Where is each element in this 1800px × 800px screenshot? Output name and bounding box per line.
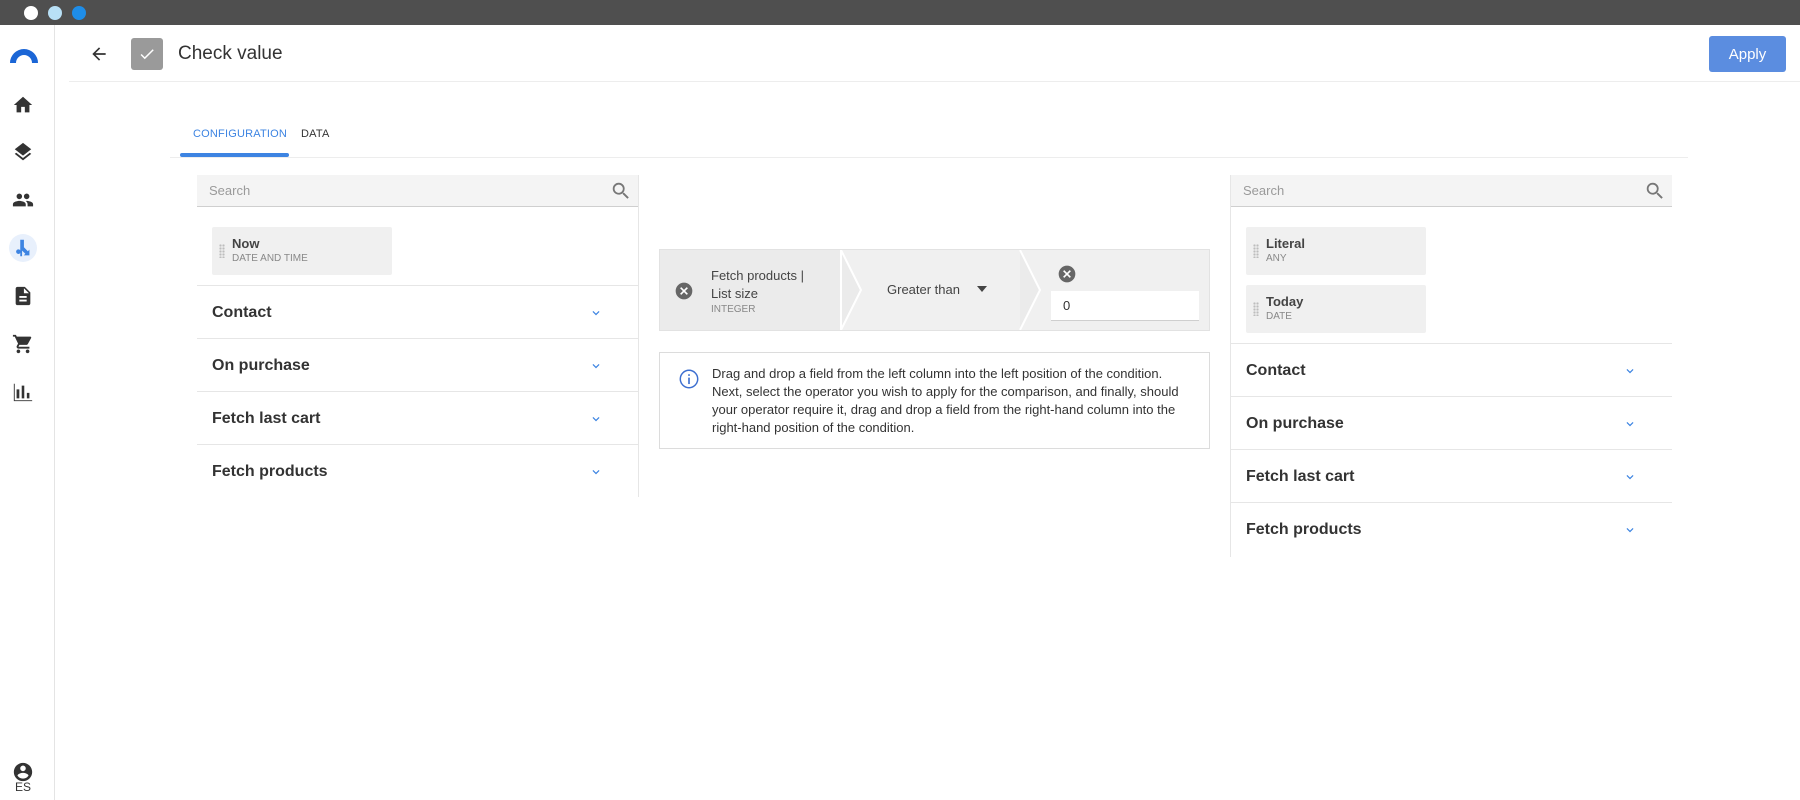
group-contact[interactable]: Contact (1231, 344, 1672, 397)
group-fetch-products[interactable]: Fetch products (1231, 503, 1672, 556)
field-chip-today[interactable]: Today DATE (1246, 285, 1426, 333)
condition-builder: Fetch products | List size INTEGER Great… (659, 249, 1210, 331)
back-button[interactable] (87, 42, 111, 66)
chevron-down-icon[interactable] (1623, 470, 1637, 484)
window-minimize-dot[interactable] (48, 6, 62, 20)
page-header: Check value Apply (69, 25, 1800, 82)
condition-left-field: Fetch products | List size INTEGER (711, 267, 821, 317)
right-search (1231, 175, 1672, 207)
group-label: Fetch last cart (1246, 468, 1355, 485)
flow-icon[interactable] (9, 234, 37, 262)
cart-icon[interactable] (9, 330, 37, 358)
field-chip-now[interactable]: Now DATE AND TIME (212, 227, 392, 275)
document-icon[interactable] (9, 282, 37, 310)
people-icon[interactable] (9, 186, 37, 214)
caret-down-icon[interactable] (977, 286, 987, 292)
group-label: On purchase (1246, 415, 1344, 432)
info-text: Drag and drop a field from the left colu… (712, 366, 1179, 435)
node-type-badge (131, 38, 163, 70)
condition-left-slot[interactable]: Fetch products | List size INTEGER (660, 250, 840, 330)
sidebar-nav: ES (0, 25, 55, 800)
tab-configuration[interactable]: CONFIGURATION (193, 128, 287, 140)
tab-data[interactable]: DATA (301, 128, 330, 140)
condition-field-type: INTEGER (711, 304, 756, 315)
condition-field-name: Fetch products | List size (711, 268, 804, 301)
group-fetch-last-cart[interactable]: Fetch last cart (197, 392, 638, 445)
drag-handle-icon[interactable] (219, 244, 225, 258)
drag-handle-icon[interactable] (1253, 302, 1259, 316)
language-label[interactable]: ES (0, 780, 46, 794)
chevron-down-icon[interactable] (589, 359, 603, 373)
group-fetch-products[interactable]: Fetch products (197, 445, 638, 498)
right-search-input[interactable] (1231, 175, 1672, 206)
tab-bar: CONFIGURATION DATA (170, 122, 1688, 158)
chip-name: Literal (1266, 236, 1306, 251)
chip-type: DATE AND TIME (232, 253, 308, 264)
right-fields-column: Literal ANY Today DATE Contact On purcha… (1230, 175, 1672, 557)
window-maximize-dot[interactable] (72, 6, 86, 20)
active-tab-indicator (180, 153, 289, 157)
chip-name: Today (1266, 294, 1304, 309)
left-chips: Now DATE AND TIME (197, 207, 638, 286)
remove-circle-icon[interactable] (1057, 264, 1077, 284)
info-icon (679, 369, 699, 389)
chevron-down-icon[interactable] (1623, 417, 1637, 431)
group-label: On purchase (212, 357, 310, 374)
left-search-input[interactable] (197, 175, 638, 206)
group-label: Fetch products (212, 463, 328, 480)
group-label: Contact (1246, 362, 1306, 379)
chip-type: ANY (1266, 253, 1287, 264)
chevron-down-icon[interactable] (589, 306, 603, 320)
left-fields-column: Now DATE AND TIME Contact On purchase Fe… (197, 175, 639, 497)
right-chips: Literal ANY Today DATE (1231, 207, 1672, 344)
group-label: Fetch products (1246, 521, 1362, 538)
apply-button[interactable]: Apply (1709, 36, 1786, 72)
window-close-dot[interactable] (24, 6, 38, 20)
page-title: Check value (178, 43, 283, 64)
search-icon[interactable] (610, 180, 632, 202)
chevron-down-icon[interactable] (1623, 523, 1637, 537)
condition-value-input[interactable] (1051, 291, 1199, 321)
info-panel: Drag and drop a field from the left colu… (659, 352, 1210, 449)
group-on-purchase[interactable]: On purchase (1231, 397, 1672, 450)
operator-select[interactable]: Greater than (887, 282, 960, 297)
home-icon[interactable] (9, 91, 37, 119)
layers-icon[interactable] (9, 138, 37, 166)
window-title-bar (0, 0, 1800, 25)
drag-handle-icon[interactable] (1253, 244, 1259, 258)
field-chip-literal[interactable]: Literal ANY (1246, 227, 1426, 275)
search-icon[interactable] (1644, 180, 1666, 202)
group-contact[interactable]: Contact (197, 286, 638, 339)
remove-circle-icon[interactable] (674, 281, 694, 301)
left-search (197, 175, 638, 207)
arrow-left-icon (92, 47, 106, 61)
group-label: Contact (212, 304, 272, 321)
chevron-down-icon[interactable] (589, 412, 603, 426)
chart-icon[interactable] (9, 378, 37, 406)
group-label: Fetch last cart (212, 410, 321, 427)
check-icon (140, 49, 154, 60)
condition-right-slot[interactable] (1020, 250, 1210, 330)
chip-type: DATE (1266, 311, 1292, 322)
chevron-down-icon[interactable] (1623, 364, 1637, 378)
chip-name: Now (232, 236, 260, 251)
chevron-down-icon[interactable] (589, 465, 603, 479)
logo-icon[interactable] (8, 43, 40, 65)
group-fetch-last-cart[interactable]: Fetch last cart (1231, 450, 1672, 503)
group-on-purchase[interactable]: On purchase (197, 339, 638, 392)
